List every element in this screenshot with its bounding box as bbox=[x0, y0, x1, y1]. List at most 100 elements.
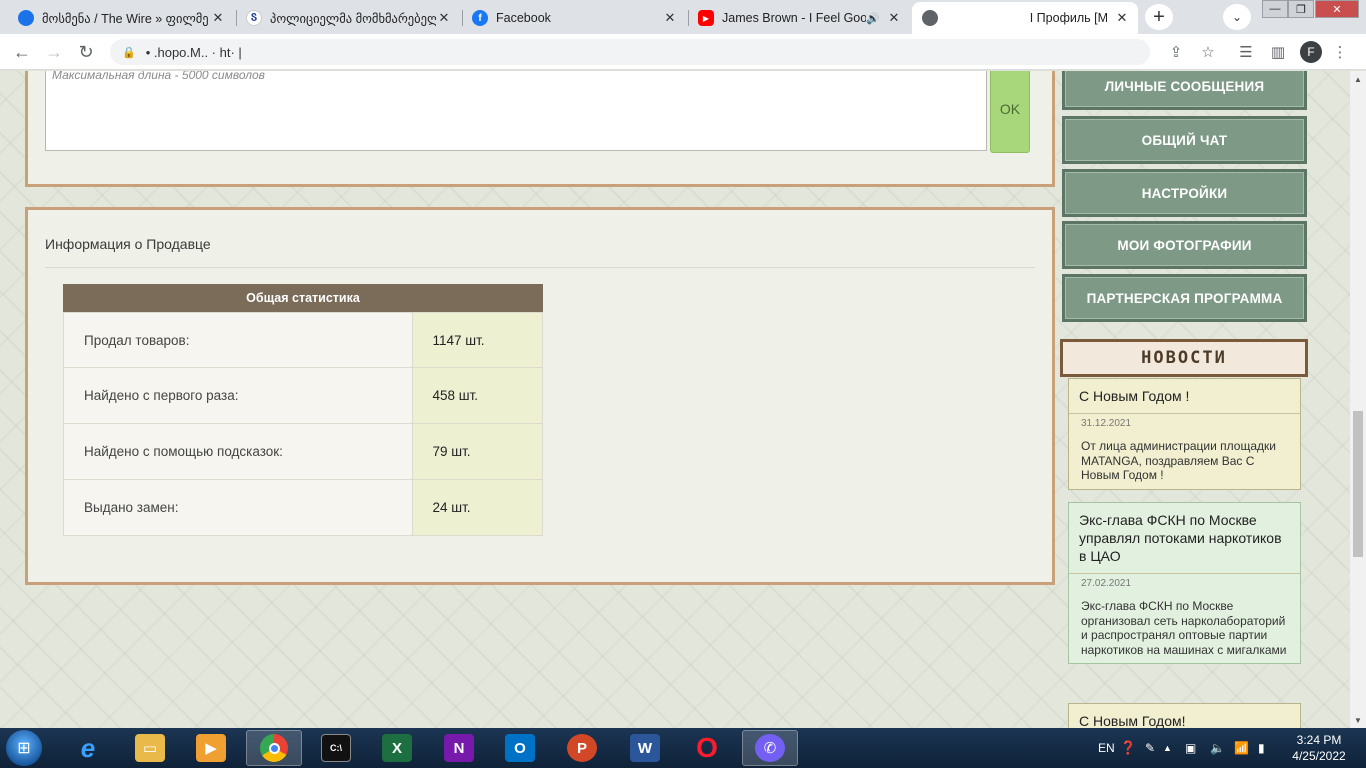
page-viewport: Максимальная длина - 5000 символов OK Ин… bbox=[0, 71, 1350, 728]
network-signal-icon[interactable]: 📶 bbox=[1234, 728, 1249, 768]
menu-private-messages[interactable]: ЛИЧНЫЕ СООБЩЕНИЯ bbox=[1062, 71, 1307, 110]
news-date: 27.02.2021 bbox=[1081, 578, 1132, 589]
reading-list-icon[interactable]: ☰ bbox=[1236, 42, 1256, 62]
start-button[interactable]: ⊞ bbox=[6, 730, 42, 766]
news-item[interactable]: Экс-глава ФСКН по Москве управлял потока… bbox=[1068, 502, 1301, 664]
news-title[interactable]: С Новым Годом ! bbox=[1069, 379, 1300, 414]
clock-time: 3:24 PM bbox=[1296, 733, 1342, 747]
taskbar-internet-explorer[interactable]: e bbox=[60, 730, 116, 766]
browser-tab-active[interactable]: I Профиль [M ✕ bbox=[912, 2, 1138, 34]
page-scrollbar[interactable]: ▲ ▼ bbox=[1350, 71, 1366, 728]
taskbar-chrome[interactable] bbox=[246, 730, 302, 766]
tab-close-icon[interactable]: ✕ bbox=[210, 10, 226, 26]
stat-label: Найдено с помощью подсказок: bbox=[64, 424, 413, 479]
taskbar-viber[interactable]: ✆ bbox=[742, 730, 798, 766]
browser-tab[interactable]: ▶ James Brown - I Feel Good 🔊 ✕ bbox=[688, 2, 910, 34]
section-title: Информация о Продавце bbox=[45, 236, 211, 252]
menu-settings[interactable]: НАСТРОЙКИ bbox=[1062, 169, 1307, 217]
command-prompt-icon: C:\ bbox=[321, 734, 351, 762]
stat-label: Найдено с первого раза: bbox=[64, 368, 413, 423]
help-icon[interactable]: ❓ bbox=[1120, 728, 1136, 768]
news-text: Экс-глава ФСКН по Москве организовал сет… bbox=[1081, 599, 1287, 657]
taskbar-word[interactable]: W bbox=[617, 730, 673, 766]
tab-title: Facebook bbox=[496, 11, 551, 25]
menu-my-photos[interactable]: МОИ ФОТОГРАФИИ bbox=[1062, 221, 1307, 269]
outlook-icon: O bbox=[505, 734, 535, 762]
stat-value: 1147 шт. bbox=[412, 313, 542, 367]
menu-kebab-icon[interactable]: ⋮ bbox=[1330, 42, 1350, 62]
tab-title: James Brown - I Feel Good bbox=[722, 11, 867, 25]
stat-value: 79 шт. bbox=[412, 424, 542, 479]
bookmark-star-icon[interactable]: ☆ bbox=[1198, 42, 1218, 62]
taskbar-onenote[interactable]: N bbox=[431, 730, 487, 766]
tab-close-icon[interactable]: ✕ bbox=[436, 10, 452, 26]
browser-tab[interactable]: Ⴝ პოლიციელმა მომხმარებელ ✕ bbox=[236, 2, 460, 34]
stat-value: 458 шт. bbox=[412, 368, 542, 423]
scrollbar-thumb[interactable] bbox=[1353, 411, 1363, 557]
youtube-icon: ▶ bbox=[698, 10, 714, 26]
maximize-button[interactable]: ❐ bbox=[1288, 0, 1314, 18]
scroll-down-arrow-icon[interactable]: ▼ bbox=[1350, 712, 1366, 728]
news-item[interactable]: С Новым Годом! bbox=[1068, 703, 1301, 728]
share-icon[interactable]: ⇪ bbox=[1166, 42, 1186, 62]
tab-strip: მოსმენა / The Wire » ფილმე ✕ Ⴝ პოლიციელმ… bbox=[0, 0, 1366, 34]
url-text: • .hopo.M.. · ht· | bbox=[145, 44, 242, 60]
browser-toolbar: ← → ↻ 🔒 • .hopo.M.. · ht· | ⇪ ☆ ☰ ▥ F ⋮ bbox=[0, 34, 1366, 70]
excel-icon: X bbox=[382, 734, 412, 762]
taskbar-excel[interactable]: X bbox=[369, 730, 425, 766]
system-clock[interactable]: 3:24 PM 4/25/2022 bbox=[1284, 732, 1354, 764]
taskbar-opera[interactable]: O bbox=[679, 730, 735, 766]
device-icon[interactable]: ▣ bbox=[1185, 728, 1196, 768]
speaker-icon[interactable]: 🔊 bbox=[866, 12, 880, 25]
news-title[interactable]: С Новым Годом! bbox=[1069, 704, 1300, 728]
table-row: Найдено с первого раза: 458 шт. bbox=[63, 368, 543, 424]
forward-arrow-icon[interactable]: → bbox=[42, 40, 66, 64]
tab-close-icon[interactable]: ✕ bbox=[1114, 10, 1130, 26]
taskbar-outlook[interactable]: O bbox=[492, 730, 548, 766]
menu-general-chat[interactable]: ОБЩИЙ ЧАТ bbox=[1062, 116, 1307, 164]
back-arrow-icon[interactable]: ← bbox=[10, 40, 34, 64]
taskbar-file-explorer[interactable]: ▭ bbox=[122, 730, 178, 766]
comment-textarea[interactable]: Максимальная длина - 5000 символов bbox=[45, 71, 987, 151]
profile-avatar[interactable]: F bbox=[1300, 41, 1322, 63]
menu-partner-program[interactable]: ПАРТНЕРСКАЯ ПРОГРАММА bbox=[1062, 274, 1307, 322]
news-title[interactable]: Экс-глава ФСКН по Москве управлял потока… bbox=[1069, 503, 1300, 574]
seller-info-panel: Информация о Продавце Общая статистика П… bbox=[25, 207, 1055, 585]
news-text: От лица администрации площадки MATANGA, … bbox=[1081, 439, 1276, 482]
power-icon[interactable]: ▮ bbox=[1258, 728, 1265, 768]
folder-icon: ▭ bbox=[135, 734, 165, 762]
tab-title: პოლიციელმა მომხმარებელ bbox=[270, 11, 436, 26]
tab-title: მოსმენა / The Wire » ფილმე bbox=[42, 11, 209, 26]
close-window-button[interactable]: ✕ bbox=[1315, 0, 1359, 18]
minimize-button[interactable]: — bbox=[1262, 0, 1288, 18]
volume-icon[interactable]: 🔈 bbox=[1210, 728, 1225, 768]
new-tab-button[interactable]: + bbox=[1145, 4, 1173, 30]
address-bar[interactable]: 🔒 • .hopo.M.. · ht· | bbox=[110, 39, 1150, 65]
internet-explorer-icon: e bbox=[80, 732, 96, 763]
news-item[interactable]: С Новым Годом ! 31.12.2021 От лица админ… bbox=[1068, 378, 1301, 490]
language-indicator[interactable]: EN bbox=[1098, 728, 1115, 768]
news-date: 31.12.2021 bbox=[1081, 418, 1132, 429]
tray-pen-icon[interactable]: ✎ bbox=[1145, 728, 1155, 768]
tab-close-icon[interactable]: ✕ bbox=[886, 10, 902, 26]
table-row: Выдано замен: 24 шт. bbox=[63, 480, 543, 536]
ok-button[interactable]: OK bbox=[990, 71, 1030, 153]
scroll-up-arrow-icon[interactable]: ▲ bbox=[1350, 71, 1366, 87]
taskbar-powerpoint[interactable]: P bbox=[554, 730, 610, 766]
show-hidden-icons-icon[interactable]: ▲ bbox=[1163, 728, 1172, 768]
table-row: Продал товаров: 1147 шт. bbox=[63, 312, 543, 368]
tab-close-icon[interactable]: ✕ bbox=[662, 10, 678, 26]
chrome-icon bbox=[260, 734, 288, 762]
taskbar-media-player[interactable]: ▶ bbox=[183, 730, 239, 766]
browser-tab[interactable]: მოსმენა / The Wire » ფილმე ✕ bbox=[8, 2, 234, 34]
globe-icon bbox=[922, 10, 938, 26]
browser-tab[interactable]: f Facebook ✕ bbox=[462, 2, 686, 34]
powerpoint-icon: P bbox=[567, 734, 597, 762]
news-body: 31.12.2021 От лица администрации площадк… bbox=[1069, 414, 1300, 489]
site-favicon-icon: Ⴝ bbox=[246, 10, 262, 26]
tab-search-button[interactable]: ⌄ bbox=[1223, 4, 1251, 30]
taskbar-command-prompt[interactable]: C:\ bbox=[308, 730, 364, 766]
reload-icon[interactable]: ↻ bbox=[74, 40, 98, 64]
comment-placeholder: Максимальная длина - 5000 символов bbox=[52, 71, 265, 82]
side-panel-icon[interactable]: ▥ bbox=[1268, 42, 1288, 62]
